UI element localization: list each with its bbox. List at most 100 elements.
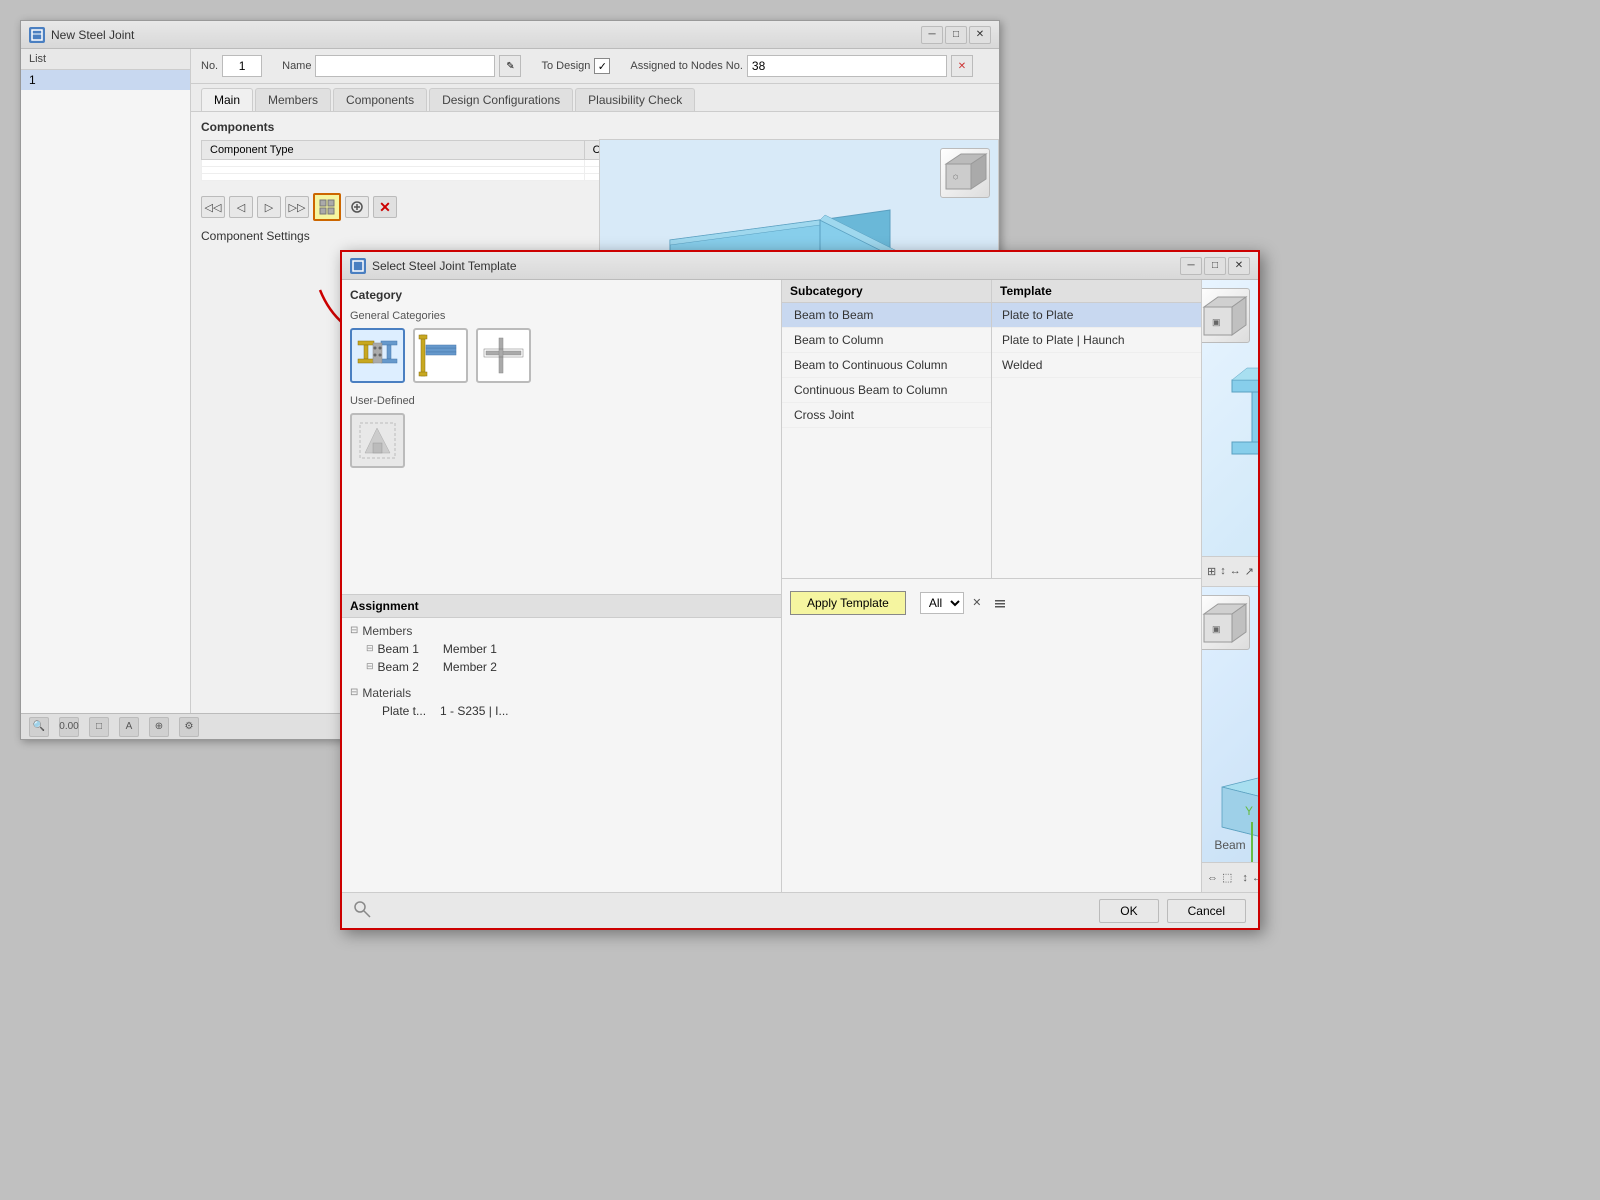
subcat-item-beam-cont-column[interactable]: Beam to Continuous Column xyxy=(782,353,991,378)
tool-btn-5[interactable] xyxy=(345,196,369,218)
members-label: Members xyxy=(362,624,412,638)
dialog-maximize-btn[interactable]: □ xyxy=(1204,257,1226,275)
template-select-btn[interactable] xyxy=(313,193,341,221)
delete-component-btn[interactable]: ✕ xyxy=(373,196,397,218)
svg-text:Y: Y xyxy=(1245,804,1253,818)
tool-btn-4[interactable]: ▷▷ xyxy=(285,196,309,218)
cube-nav-top[interactable]: ▣ xyxy=(1202,288,1250,343)
subcat-item-beam-beam[interactable]: Beam to Beam xyxy=(782,303,991,328)
name-input[interactable] xyxy=(315,55,495,77)
assignment-panel: Assignment ⊟ Members ⊟ Beam 1 Member 1 xyxy=(342,595,781,893)
assigned-nodes-input[interactable] xyxy=(747,55,947,77)
pb-icon-cube[interactable]: ⬚ xyxy=(1221,868,1233,888)
pb-icon-y[interactable]: ↔ xyxy=(1251,868,1258,888)
cat-icon-user-def[interactable] xyxy=(350,413,405,468)
subcat-tmpl-column: Subcategory Beam to Beam Beam to Column … xyxy=(782,280,1202,892)
tree-group-materials: ⊟ Materials Plate t... 1 - S235 | I... xyxy=(350,684,773,720)
dialog-footer: OK Cancel xyxy=(342,892,1258,928)
maximize-btn[interactable]: □ xyxy=(945,26,967,44)
pt-icon-5[interactable]: ↙ xyxy=(1257,561,1258,581)
subcat-item-cross-joint[interactable]: Cross Joint xyxy=(782,403,991,428)
bg-window-title: New Steel Joint xyxy=(51,28,134,42)
no-label: No. xyxy=(201,60,218,72)
preview-area: ▣ xyxy=(1202,280,1258,892)
preview-bottom-toolbar: ⇔ ⬚ ↕ ↔ ↗ ↙ ⬛ ▣ ↺ xyxy=(1202,862,1258,892)
tab-plausibility[interactable]: Plausibility Check xyxy=(575,88,695,111)
pt-icon-3[interactable]: ↔ xyxy=(1229,561,1242,581)
plate-label: Plate t... xyxy=(366,704,426,718)
status-cursor-icon[interactable]: ⊕ xyxy=(149,717,169,737)
category-header: Category xyxy=(350,288,773,302)
tab-components[interactable]: Components xyxy=(333,88,427,111)
subcat-item-beam-column[interactable]: Beam to Column xyxy=(782,328,991,353)
sidebar-list-header: List xyxy=(21,49,190,70)
to-design-label: To Design xyxy=(541,60,590,72)
ok-btn[interactable]: OK xyxy=(1099,899,1158,923)
status-box-icon[interactable]: □ xyxy=(89,717,109,737)
tab-members[interactable]: Members xyxy=(255,88,331,111)
status-a-icon[interactable]: A xyxy=(119,717,139,737)
fg-dialog: Select Steel Joint Template ─ □ ✕ Catego… xyxy=(340,250,1260,930)
cat-icons-row xyxy=(350,328,773,383)
filter-settings-icon[interactable] xyxy=(990,593,1010,613)
minimize-btn[interactable]: ─ xyxy=(921,26,943,44)
cube-nav-bottom[interactable]: ▣ xyxy=(1202,595,1250,650)
cancel-btn[interactable]: Cancel xyxy=(1167,899,1246,923)
tab-design-configs[interactable]: Design Configurations xyxy=(429,88,573,111)
cat-icon-other[interactable] xyxy=(476,328,531,383)
materials-expand-icon[interactable]: ⊟ xyxy=(350,687,358,698)
template-panel: Template Plate to Plate Plate to Plate |… xyxy=(992,280,1201,578)
sidebar-item-1[interactable]: 1 xyxy=(21,70,190,90)
tmpl-item-welded[interactable]: Welded xyxy=(992,353,1201,378)
status-val-icon[interactable]: 0.00 xyxy=(59,717,79,737)
tabs-bar: Main Members Components Design Configura… xyxy=(191,84,999,112)
tab-main[interactable]: Main xyxy=(201,88,253,111)
to-design-checkbox[interactable]: ✓ xyxy=(594,58,610,74)
status-search-icon[interactable]: 🔍 xyxy=(29,717,49,737)
filter-select[interactable]: All xyxy=(920,592,964,614)
tmpl-item-plate-plate[interactable]: Plate to Plate xyxy=(992,303,1201,328)
svg-text:▣: ▣ xyxy=(1212,317,1221,327)
dialog-title: Select Steel Joint Template xyxy=(372,259,517,273)
dialog-close-btn[interactable]: ✕ xyxy=(1228,257,1250,275)
status-gear-icon[interactable]: ⚙ xyxy=(179,717,199,737)
pt-icon-1[interactable]: ⊞ xyxy=(1206,561,1217,581)
apply-template-btn[interactable]: Apply Template xyxy=(790,591,906,615)
svg-text:▣: ▣ xyxy=(1212,624,1221,634)
app-icon xyxy=(29,27,45,43)
cat-icon-beam-column[interactable] xyxy=(413,328,468,383)
col-component-type: Component Type xyxy=(202,141,585,160)
preview-top-toolbar: ⊞ ↕ ↔ ↗ ↙ ⬚ ⬛ ▣ ↺ xyxy=(1202,556,1258,586)
no-input[interactable] xyxy=(222,55,262,77)
tool-btn-3[interactable]: ▷ xyxy=(257,196,281,218)
pb-icon-x[interactable]: ↕ xyxy=(1241,868,1249,888)
pb-icon-arrows[interactable]: ⇔ xyxy=(1206,868,1219,888)
assigned-nodes-edit-btn[interactable]: ✕ xyxy=(951,55,973,77)
beam2-expand-icon[interactable]: ⊟ xyxy=(366,661,374,672)
assigned-nodes-field: Assigned to Nodes No. ✕ xyxy=(630,55,973,77)
beam1-expand-icon[interactable]: ⊟ xyxy=(366,643,374,654)
to-design-field: To Design ✓ xyxy=(541,58,610,74)
category-panel: Category General Categories xyxy=(342,280,781,595)
name-edit-btn[interactable]: ✎ xyxy=(499,55,521,77)
tool-btn-1[interactable]: ◁◁ xyxy=(201,196,225,218)
preview-top: ▣ xyxy=(1202,280,1258,587)
bg-titlebar: New Steel Joint ─ □ ✕ xyxy=(21,21,999,49)
no-field: No. xyxy=(201,55,262,77)
preview-bottom: ▣ xyxy=(1202,587,1258,893)
general-cat-label: General Categories xyxy=(350,310,773,322)
tree-item-plate: Plate t... 1 - S235 | I... xyxy=(350,702,773,720)
tmpl-item-plate-haunch[interactable]: Plate to Plate | Haunch xyxy=(992,328,1201,353)
subcat-item-cont-beam-column[interactable]: Continuous Beam to Column xyxy=(782,378,991,403)
view3d-top: ▣ xyxy=(1202,280,1258,586)
dialog-minimize-btn[interactable]: ─ xyxy=(1180,257,1202,275)
close-bg-btn[interactable]: ✕ xyxy=(969,26,991,44)
search-icon-footer[interactable] xyxy=(352,899,372,922)
cat-icon-beam-beam[interactable] xyxy=(350,328,405,383)
pt-icon-2[interactable]: ↕ xyxy=(1219,561,1227,581)
tool-btn-2[interactable]: ◁ xyxy=(229,196,253,218)
filter-clear-icon[interactable]: ✕ xyxy=(967,593,987,613)
dialog-body: Category General Categories xyxy=(342,280,1258,892)
pt-icon-4[interactable]: ↗ xyxy=(1244,561,1255,581)
members-expand-icon[interactable]: ⊟ xyxy=(350,625,358,636)
